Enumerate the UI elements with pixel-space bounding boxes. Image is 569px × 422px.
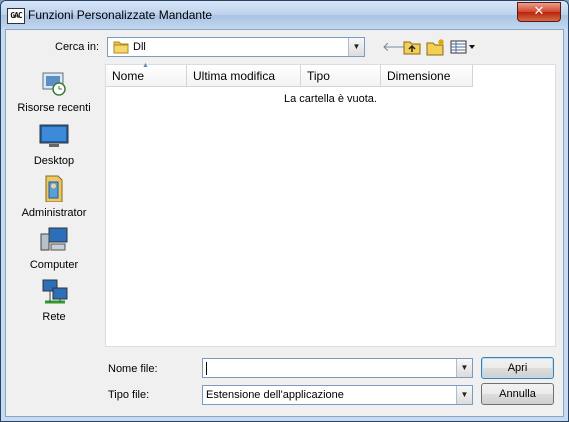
place-label: Desktop	[33, 155, 75, 167]
new-folder-icon[interactable]	[426, 38, 446, 56]
file-type-dropdown[interactable]: Estensione dell'applicazione ▼	[202, 385, 473, 405]
chevron-down-icon[interactable]: ▼	[456, 359, 472, 377]
file-name-input[interactable]: ▼	[202, 358, 473, 378]
column-header-type[interactable]: Tipo	[301, 65, 381, 87]
title-bar[interactable]: GAC Funzioni Personalizzate Mandante ✕	[1, 1, 568, 29]
close-icon: ✕	[533, 4, 545, 19]
cancel-button[interactable]: Annulla	[481, 383, 554, 405]
look-in-label: Cerca in:	[55, 41, 100, 53]
chevron-down-icon[interactable]: ▼	[348, 38, 364, 56]
user-folder-icon	[45, 175, 63, 202]
views-menu-icon[interactable]	[450, 38, 476, 56]
place-label: Administrator	[21, 207, 87, 219]
look-in-value: Dll	[133, 41, 146, 53]
file-type-value: Estensione dell'applicazione	[206, 389, 344, 401]
place-label: Computer	[29, 259, 79, 271]
desktop-icon	[39, 124, 69, 147]
folder-icon	[113, 41, 129, 54]
place-desktop[interactable]: Desktop	[6, 122, 102, 172]
column-header-modified[interactable]: Ultima modifica	[187, 65, 301, 87]
close-button[interactable]: ✕	[517, 2, 561, 22]
window-title: Funzioni Personalizzate Mandante	[28, 8, 213, 22]
app-icon: GAC	[7, 8, 25, 24]
computer-icon	[40, 227, 68, 251]
open-button[interactable]: Apri	[481, 357, 554, 379]
column-header-name[interactable]: Nome ▲	[106, 62, 187, 87]
place-network[interactable]: Rete	[6, 278, 102, 328]
place-label: Risorse recenti	[17, 102, 91, 114]
place-administrator[interactable]: Administrator	[6, 174, 102, 224]
file-list[interactable]: Nome ▲ Ultima modifica Tipo Dimensione L…	[105, 62, 556, 347]
place-label: Rete	[42, 311, 66, 323]
column-header-size[interactable]: Dimensione	[381, 65, 473, 87]
place-computer[interactable]: Computer	[6, 226, 102, 276]
network-icon	[42, 279, 68, 304]
empty-folder-message: La cartella è vuota.	[284, 93, 377, 105]
place-recent[interactable]: Risorse recenti	[6, 69, 102, 119]
chevron-down-icon[interactable]: ▼	[456, 386, 472, 404]
up-folder-icon[interactable]	[403, 38, 421, 56]
back-arrow-icon[interactable]: 🡐	[382, 38, 417, 56]
file-type-label: Tipo file:	[108, 389, 150, 401]
file-dialog-window: GAC Funzioni Personalizzate Mandante ✕ C…	[0, 0, 569, 422]
places-bar: Risorse recenti Desktop Administrator Co…	[6, 63, 102, 346]
recent-places-icon	[42, 72, 66, 96]
file-name-label: Nome file:	[108, 363, 158, 375]
text-cursor	[206, 362, 207, 375]
sort-ascending-icon: ▲	[142, 62, 149, 69]
look-in-dropdown[interactable]: Dll ▼	[107, 37, 365, 57]
